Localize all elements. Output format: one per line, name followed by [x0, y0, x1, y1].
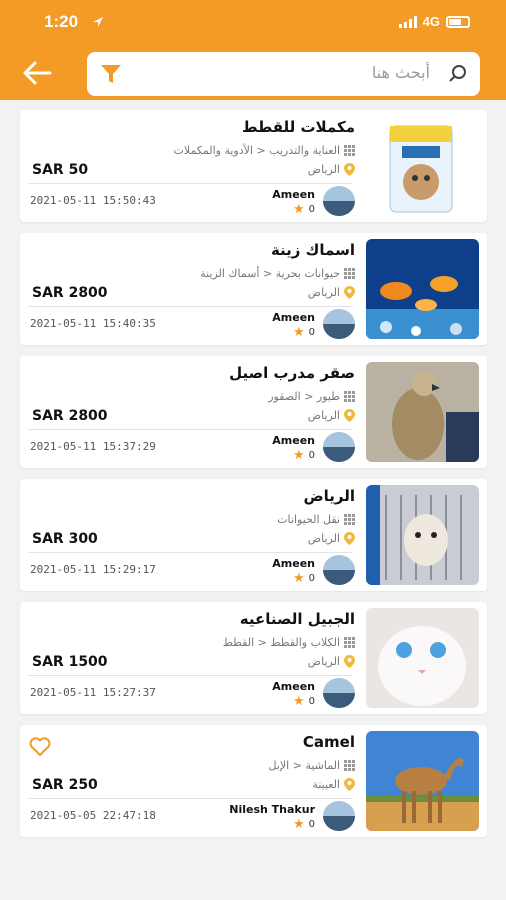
listing-photo[interactable]: [366, 731, 479, 831]
listing-title: صقر مدرب اصيل: [229, 364, 355, 382]
app-header: 1:20 4G أبحث هنا: [0, 0, 506, 100]
listing-photo[interactable]: [366, 239, 479, 339]
listing-date: 2021-05-11 15:40:35: [30, 317, 156, 330]
seller-name[interactable]: Ameen: [272, 434, 315, 447]
seller-avatar[interactable]: [323, 801, 355, 831]
listing-date: 2021-05-11 15:29:17: [30, 563, 156, 576]
seller-name[interactable]: Ameen: [272, 311, 315, 324]
listing-title: الرياض: [303, 487, 355, 505]
listing-category: نقل الحيوانات: [277, 513, 355, 526]
divider: [28, 552, 352, 553]
divider: [28, 429, 352, 430]
listing-card[interactable]: مكملات للقطط العناية والتدريب < الأدوية و…: [20, 110, 487, 222]
listing-photo[interactable]: [366, 116, 479, 216]
divider: [28, 183, 352, 184]
listing-category: الماشية < الإبل: [269, 759, 355, 772]
star-icon: ★: [292, 202, 305, 217]
seller-name[interactable]: Ameen: [272, 557, 315, 570]
seller-avatar[interactable]: [323, 432, 355, 462]
listing-location: الرياض: [308, 409, 355, 422]
location-pin-icon: [344, 409, 355, 422]
listing-card[interactable]: الرياض نقل الحيوانات الرياض SAR 300 2021-05-…: [20, 479, 487, 591]
category-icon: [344, 268, 355, 279]
listing-card[interactable]: الجبيل الصناعيه الكلاب والقطط < القطط الري…: [20, 602, 487, 714]
listing-category: العناية والتدريب < الأدوية والمكملات: [174, 144, 355, 157]
listing-price: SAR 1500: [32, 654, 108, 670]
listing-location: الرياض: [308, 655, 355, 668]
star-icon: ★: [292, 694, 305, 709]
location-pin-icon: [344, 286, 355, 299]
listing-price: SAR 2800: [32, 285, 108, 301]
star-icon: ★: [292, 448, 305, 463]
search-input[interactable]: أبحث هنا: [372, 63, 430, 82]
seller-avatar[interactable]: [323, 309, 355, 339]
network-label: 4G: [422, 14, 440, 29]
seller-name[interactable]: Nilesh Thakur: [229, 803, 315, 816]
divider: [28, 675, 352, 676]
seller-rating: ★ 0: [292, 817, 315, 832]
category-icon: [344, 760, 355, 771]
signal-icon: [398, 15, 417, 28]
listing-location: الرياض: [308, 286, 355, 299]
listing-location: الرياض: [308, 532, 355, 545]
seller-rating: ★ 0: [292, 448, 315, 463]
location-pin-icon: [344, 532, 355, 545]
seller-rating: ★ 0: [292, 325, 315, 340]
listing-title: اسماك زينة: [270, 241, 355, 259]
listing-price: SAR 250: [32, 777, 98, 793]
seller-rating: ★ 0: [292, 202, 315, 217]
heart-icon[interactable]: [29, 737, 51, 757]
status-bar: 1:20 4G: [0, 10, 506, 38]
listing-photo[interactable]: [366, 608, 479, 708]
listing-photo[interactable]: [366, 485, 479, 585]
listing-title: Camel: [302, 733, 355, 751]
listing-card[interactable]: اسماك زينة حيوانات بحرية < أسماك الزينة ال…: [20, 233, 487, 345]
listing-list: مكملات للقطط العناية والتدريب < الأدوية و…: [20, 110, 487, 848]
seller-name[interactable]: Ameen: [272, 188, 315, 201]
seller-avatar[interactable]: [323, 555, 355, 585]
location-pin-icon: [344, 655, 355, 668]
listing-date: 2021-05-11 15:37:29: [30, 440, 156, 453]
category-icon: [344, 145, 355, 156]
listing-date: 2021-05-11 15:27:37: [30, 686, 156, 699]
listing-date: 2021-05-05 22:47:18: [30, 809, 156, 822]
listing-category: طيور < الصقور: [268, 390, 355, 403]
category-icon: [344, 514, 355, 525]
listing-title: مكملات للقطط: [242, 118, 355, 136]
seller-rating: ★ 0: [292, 571, 315, 586]
location-arrow-icon: [93, 17, 103, 27]
search-bar[interactable]: أبحث هنا: [87, 52, 480, 96]
category-icon: [344, 391, 355, 402]
listing-title: الجبيل الصناعيه: [239, 610, 355, 628]
seller-avatar[interactable]: [323, 678, 355, 708]
listing-price: SAR 2800: [32, 408, 108, 424]
listing-price: SAR 300: [32, 531, 98, 547]
star-icon: ★: [292, 817, 305, 832]
listing-price: SAR 50: [32, 162, 89, 178]
listing-card[interactable]: صقر مدرب اصيل طيور < الصقور الرياض SAR 2800…: [20, 356, 487, 468]
battery-icon: [446, 15, 470, 28]
location-pin-icon: [344, 778, 355, 791]
listing-category: الكلاب والقطط < القطط: [223, 636, 355, 649]
listing-location: الرياض: [308, 163, 355, 176]
listing-photo[interactable]: [366, 362, 479, 462]
divider: [28, 306, 352, 307]
listing-card[interactable]: Camel الماشية < الإبل العيينة SAR 250 2021-0…: [20, 725, 487, 837]
search-icon[interactable]: [448, 64, 468, 84]
back-arrow-icon[interactable]: [20, 58, 54, 88]
seller-avatar[interactable]: [323, 186, 355, 216]
status-time: 1:20: [44, 12, 79, 31]
seller-name[interactable]: Ameen: [272, 680, 315, 693]
location-pin-icon: [344, 163, 355, 176]
filter-icon[interactable]: [99, 62, 123, 86]
category-icon: [344, 637, 355, 648]
seller-rating: ★ 0: [292, 694, 315, 709]
star-icon: ★: [292, 571, 305, 586]
listing-date: 2021-05-11 15:50:43: [30, 194, 156, 207]
divider: [28, 798, 352, 799]
listing-category: حيوانات بحرية < أسماك الزينة: [200, 267, 355, 280]
star-icon: ★: [292, 325, 305, 340]
listing-location: العيينة: [312, 778, 355, 791]
